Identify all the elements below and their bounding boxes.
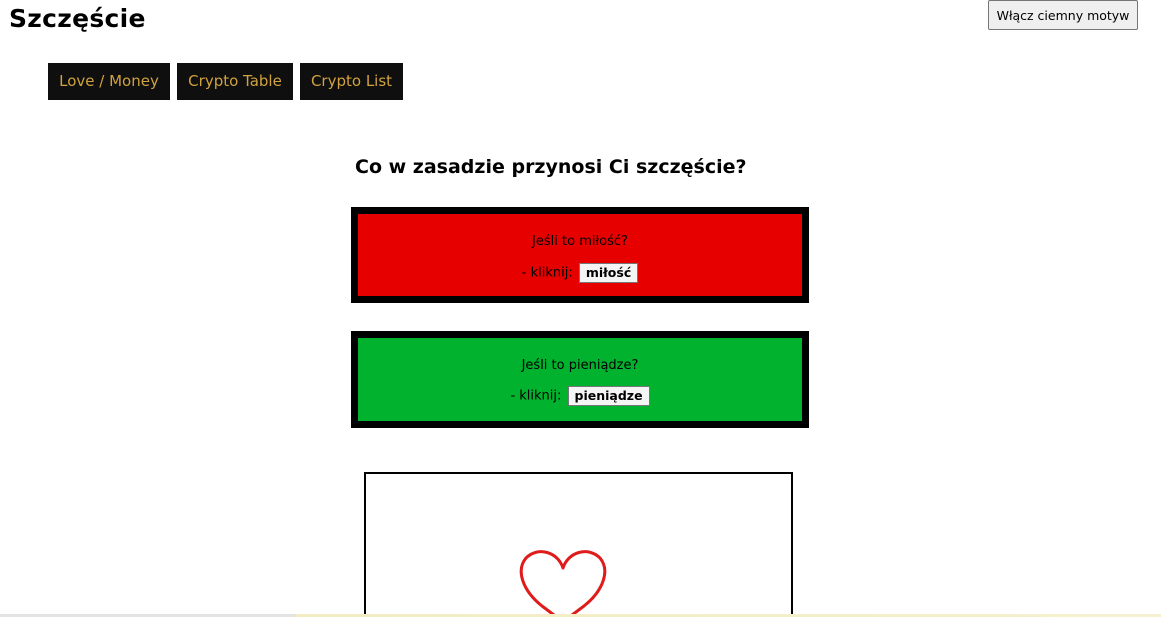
money-click-line: - kliknij: pieniądze bbox=[358, 386, 802, 406]
page: Szczęście Włącz ciemny motyw Love / Mone… bbox=[0, 0, 1161, 617]
money-button[interactable]: pieniądze bbox=[567, 386, 650, 406]
love-button[interactable]: miłość bbox=[578, 263, 639, 283]
love-click-line: - kliknij: miłość bbox=[358, 263, 802, 283]
love-choice-box: Jeśli to miłość? - kliknij: miłość bbox=[351, 207, 809, 303]
love-click-text: - kliknij: bbox=[521, 265, 573, 281]
money-prompt: Jeśli to pieniądze? bbox=[521, 358, 639, 373]
nav-crypto-list[interactable]: Crypto List bbox=[300, 63, 403, 100]
page-title: Szczęście bbox=[9, 4, 146, 33]
love-prompt: Jeśli to miłość? bbox=[532, 234, 628, 249]
dark-theme-toggle-button[interactable]: Włącz ciemny motyw bbox=[988, 0, 1138, 30]
money-choice-box: Jeśli to pieniądze? - kliknij: pieniądze bbox=[351, 331, 809, 428]
nav-crypto-table[interactable]: Crypto Table bbox=[177, 63, 293, 100]
nav-love-money[interactable]: Love / Money bbox=[48, 63, 170, 100]
main-nav: Love / Money Crypto Table Crypto List bbox=[48, 63, 403, 100]
result-display bbox=[364, 472, 793, 617]
money-click-text: - kliknij: bbox=[510, 388, 562, 404]
heart-icon bbox=[519, 550, 607, 617]
question-heading: Co w zasadzie przynosi Ci szczęście? bbox=[355, 156, 747, 178]
